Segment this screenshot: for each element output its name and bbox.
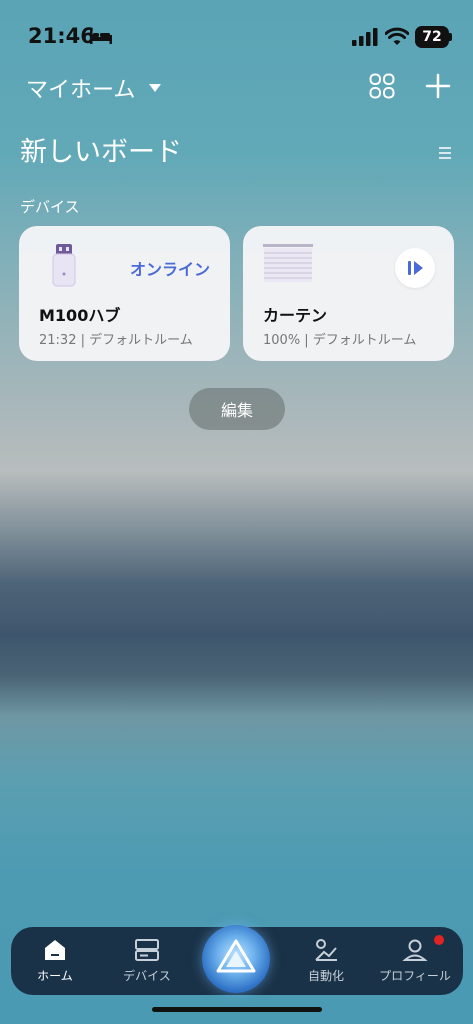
tab-home[interactable]: ホーム: [15, 927, 95, 995]
devices-icon: [135, 939, 159, 961]
automation-icon: [315, 939, 337, 961]
status-bar: 21:46 72: [0, 0, 473, 70]
curtain-icon: [263, 244, 313, 282]
board-title: 新しいボード: [20, 137, 182, 168]
hub-icon: [52, 244, 76, 287]
triangle-logo-icon: [216, 939, 256, 973]
device-detail: 100% | デフォルトルーム: [263, 333, 417, 348]
home-name: マイホーム: [26, 78, 136, 103]
bed-icon: [90, 30, 112, 44]
device-detail: 21:32 | デフォルトルーム: [39, 333, 193, 348]
tab-label: ホーム: [37, 969, 73, 983]
grid-view-icon[interactable]: [369, 73, 395, 99]
tab-label: プロフィール: [379, 969, 451, 983]
menu-icon[interactable]: [437, 146, 453, 160]
curtain-control-button[interactable]: [395, 248, 435, 288]
chevron-down-icon: [149, 84, 162, 92]
signal-icon: [352, 28, 378, 46]
device-card-hub[interactable]: オンライン M100ハブ 21:32 | デフォルトルーム: [19, 226, 230, 361]
home-selector[interactable]: マイホーム: [26, 72, 162, 104]
device-card-curtain[interactable]: カーテン 100% | デフォルトルーム: [243, 226, 454, 361]
section-label-devices: デバイス: [20, 198, 80, 216]
profile-icon: [402, 939, 428, 961]
play-pause-icon: [408, 261, 423, 275]
add-icon[interactable]: [425, 73, 451, 99]
tab-devices[interactable]: デバイス: [107, 927, 187, 995]
home-icon: [45, 940, 65, 960]
device-name: カーテン: [263, 306, 328, 325]
status-time: 21:46: [28, 24, 95, 48]
home-indicator: [152, 1007, 322, 1012]
battery-tip: [449, 33, 452, 41]
tab-label: 自動化: [307, 969, 344, 983]
online-status: オンライン: [129, 260, 210, 279]
battery-indicator: 72: [415, 26, 449, 48]
wifi-icon: [385, 27, 409, 45]
device-name: M100ハブ: [39, 306, 121, 325]
center-action-button[interactable]: [202, 925, 270, 993]
tab-label: デバイス: [123, 969, 171, 983]
tab-automation[interactable]: 自動化: [286, 927, 366, 995]
edit-button[interactable]: 編集: [189, 388, 285, 430]
notification-badge: [434, 935, 444, 945]
